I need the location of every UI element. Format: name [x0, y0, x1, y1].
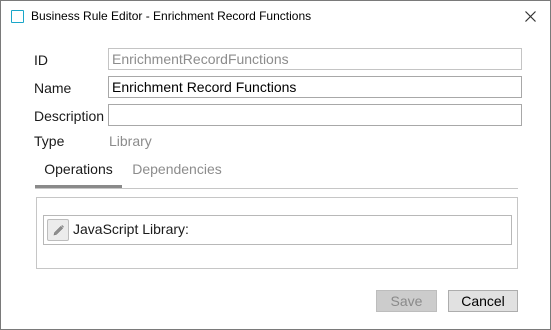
description-label: Description — [34, 108, 105, 124]
operations-panel: JavaScript Library: — [36, 197, 518, 269]
app-window-icon — [11, 10, 24, 23]
tab-dependencies[interactable]: Dependencies — [122, 161, 232, 187]
window-title: Business Rule Editor - Enrichment Record… — [31, 9, 312, 23]
save-button[interactable]: Save — [376, 290, 437, 312]
operation-label: JavaScript Library: — [73, 221, 189, 237]
name-field[interactable] — [108, 76, 522, 98]
business-rule-editor-window: Business Rule Editor - Enrichment Record… — [0, 0, 551, 330]
title-bar: Business Rule Editor - Enrichment Record… — [1, 1, 550, 32]
close-icon — [524, 11, 536, 22]
name-label: Name — [34, 80, 72, 96]
tab-operations[interactable]: Operations — [35, 161, 122, 187]
type-label: Type — [34, 133, 65, 149]
tab-divider — [35, 188, 518, 189]
operation-row: JavaScript Library: — [43, 215, 512, 245]
description-field[interactable] — [108, 104, 522, 126]
id-field[interactable] — [108, 48, 522, 70]
id-label: ID — [34, 52, 48, 68]
pencil-icon — [53, 224, 64, 235]
cancel-button[interactable]: Cancel — [448, 290, 518, 312]
type-value: Library — [109, 133, 152, 149]
close-button[interactable] — [510, 1, 550, 32]
edit-operation-button[interactable] — [47, 219, 69, 241]
